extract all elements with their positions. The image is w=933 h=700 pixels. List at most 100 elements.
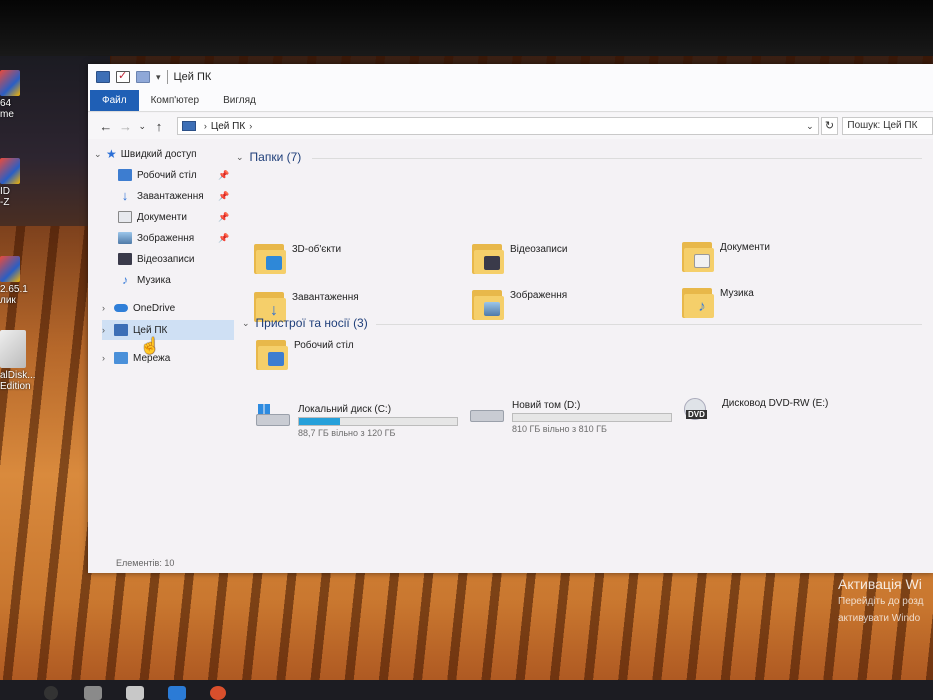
recent-locations-button[interactable]: ⌄	[135, 121, 149, 132]
sidebar-item-label: Музика	[137, 274, 171, 286]
drive-usage-bar	[298, 417, 458, 426]
documents-icon	[118, 211, 132, 223]
chevron-right-icon[interactable]: ›	[102, 325, 114, 335]
tab-computer[interactable]: Комп'ютер	[139, 90, 211, 111]
pin-icon[interactable]: 📌	[218, 212, 229, 223]
quick-access-toolbar-dropdown[interactable]: ▾	[156, 72, 161, 83]
desktop-icon-app3[interactable]: 2.65.1 лик	[0, 256, 40, 306]
folder-videos[interactable]: Відеозаписи	[472, 240, 567, 274]
tab-file[interactable]: Файл	[90, 90, 139, 111]
folder-label: 3D-об'єкти	[292, 244, 342, 255]
desktop-icon-label: me	[0, 109, 14, 120]
window-title: Цей ПК	[173, 71, 212, 83]
desktop-icon-app1[interactable]: 64 me	[0, 70, 40, 120]
content-pane: ⌄ Папки (7) 3D-об'єкти Відеозаписи Докум…	[234, 142, 933, 552]
drive-c[interactable]: Локальний диск (C:) 88,7 ГБ вільно з 120…	[256, 404, 458, 438]
store-icon[interactable]	[126, 686, 144, 700]
sidebar-item-onedrive[interactable]: › OneDrive	[102, 298, 175, 318]
outlook-icon[interactable]	[168, 686, 186, 700]
devices-group-title: Пристрої та носії (3)	[255, 316, 368, 330]
chevron-right-icon[interactable]: ›	[204, 121, 207, 131]
desktop-icon-label: лик	[0, 295, 16, 306]
sidebar-item-label: Цей ПК	[133, 324, 168, 336]
back-button[interactable]: ←	[96, 119, 116, 134]
address-bar[interactable]: › Цей ПК › ⌄	[176, 117, 819, 135]
pin-icon[interactable]: 📌	[218, 191, 229, 202]
desktop-icon-app2[interactable]: ID -Z	[0, 158, 40, 208]
sidebar-item-documents[interactable]: Документи 📌	[118, 207, 230, 227]
address-path[interactable]: Цей ПК	[211, 121, 245, 132]
chevron-down-icon[interactable]: ⌄	[94, 149, 106, 160]
sidebar-item-network[interactable]: › Мережа	[102, 348, 170, 368]
group-divider	[376, 324, 922, 325]
up-button[interactable]: ↑	[149, 119, 169, 134]
folder-documents[interactable]: Документи	[682, 238, 770, 272]
task-view-icon[interactable]	[84, 686, 102, 700]
chrome-icon[interactable]	[210, 686, 226, 700]
chevron-down-icon[interactable]: ⌄	[236, 152, 244, 163]
desktop-icon-alldisk[interactable]: alDisk... Edition	[0, 330, 40, 392]
this-pc-icon	[114, 324, 128, 336]
refresh-button[interactable]: ↻	[820, 117, 839, 135]
hand-cursor-icon: ☝	[140, 338, 160, 355]
tab-view[interactable]: Вигляд	[211, 90, 268, 111]
chevron-right-icon[interactable]: ›	[249, 121, 252, 131]
activation-line1: Перейдіть до розд	[838, 596, 924, 607]
music-icon: ♪	[682, 284, 714, 318]
sidebar-item-music[interactable]: ♪ Музика	[118, 270, 171, 290]
sidebar-item-this-pc[interactable]: › Цей ПК	[102, 320, 234, 340]
chevron-down-icon[interactable]: ⌄	[242, 318, 250, 329]
desktop-icon-label: Edition	[0, 381, 31, 392]
chevron-right-icon[interactable]: ›	[102, 303, 114, 313]
folder-label: Документи	[720, 242, 770, 253]
videos-icon	[118, 253, 132, 265]
folder-3d-objects[interactable]: 3D-об'єкти	[254, 240, 341, 274]
drive-usage-fill	[299, 418, 341, 425]
sidebar-item-downloads[interactable]: ↓ Завантаження 📌	[118, 186, 230, 206]
pictures-icon	[118, 232, 132, 244]
desktop-icon-label: 2.65.1	[0, 284, 28, 295]
desktop-icon-label: 64	[0, 98, 12, 109]
sidebar-item-desktop[interactable]: Робочий стіл 📌	[118, 165, 230, 185]
pin-icon[interactable]: 📌	[218, 233, 229, 244]
sidebar-item-label: Швидкий доступ	[120, 148, 197, 160]
this-pc-icon	[96, 71, 110, 83]
chevron-right-icon[interactable]: ›	[102, 353, 114, 363]
drive-d[interactable]: Новий том (D:) 810 ГБ вільно з 810 ГБ	[470, 400, 672, 434]
navigation-bar: ← → ⌄ ↑ › Цей ПК › ⌄ ↻ Пошук: Цей ПК	[88, 113, 933, 139]
windows-drive-icon	[256, 404, 292, 430]
hard-drive-icon	[470, 400, 506, 426]
documents-icon	[682, 238, 714, 272]
sidebar-item-pictures[interactable]: Зображення 📌	[118, 228, 230, 248]
forward-button[interactable]: →	[116, 119, 136, 134]
sidebar-item-quick-access[interactable]: ⌄ ★ Швидкий доступ	[94, 144, 197, 164]
folder-desktop[interactable]: Робочий стіл	[256, 336, 354, 370]
folders-group-header[interactable]: ⌄ Папки (7)	[236, 150, 301, 164]
separator	[166, 70, 168, 84]
drive-name: Локальний диск (C:)	[298, 404, 392, 415]
sidebar-item-label: Документи	[137, 211, 187, 223]
search-input[interactable]: Пошук: Цей ПК	[842, 117, 933, 135]
folder-label: Зображення	[510, 290, 568, 301]
cloud-icon	[114, 304, 128, 312]
folders-group-title: Папки (7)	[249, 150, 302, 164]
sidebar-item-videos[interactable]: Відеозаписи	[118, 249, 194, 269]
folder-pictures[interactable]: Зображення	[472, 286, 567, 320]
drive-e[interactable]: DVD Дисковод DVD-RW (E:)	[680, 398, 828, 424]
new-folder-icon[interactable]	[136, 71, 150, 83]
desktop-icon-label: alDisk...	[0, 370, 36, 381]
pin-icon[interactable]: 📌	[218, 170, 229, 181]
sidebar-item-label: Зображення	[137, 232, 195, 244]
address-dropdown-icon[interactable]: ⌄	[806, 121, 814, 132]
folder-label: Робочий стіл	[294, 340, 354, 351]
app-icon	[0, 70, 20, 96]
devices-group-header[interactable]: ⌄ Пристрої та носії (3)	[242, 316, 368, 330]
star-icon: ★	[106, 147, 117, 161]
group-divider	[312, 158, 922, 159]
folder-music[interactable]: ♪ Музика	[682, 284, 754, 318]
properties-icon[interactable]	[116, 69, 130, 83]
desktop-icon-label: -Z	[0, 197, 10, 208]
sidebar-item-label: Завантаження	[137, 190, 204, 202]
search-icon[interactable]	[44, 686, 58, 700]
status-bar: Елементів: 10	[88, 554, 933, 572]
